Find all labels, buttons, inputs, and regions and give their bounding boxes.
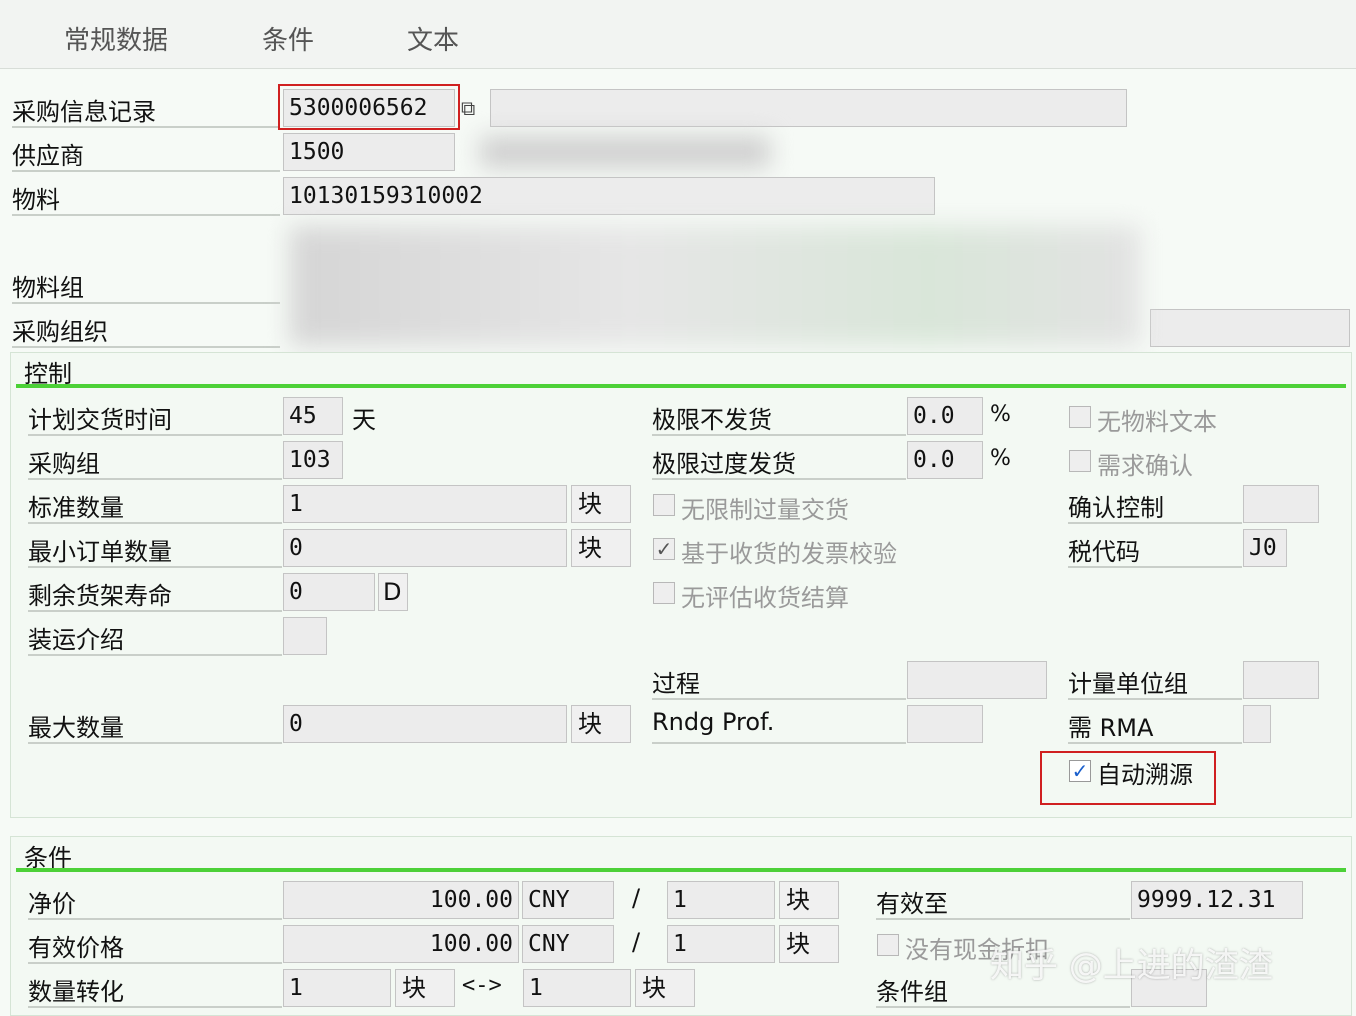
planned-delivery-unit: 天 — [352, 406, 376, 434]
net-price-unit: 块 — [779, 881, 839, 919]
uom-group-label: 计量单位组 — [1068, 664, 1242, 700]
gr-based-iv-label: 基于收货的发票校验 — [681, 540, 897, 568]
ack-required-checkbox[interactable] — [1069, 450, 1091, 472]
valid-to-field[interactable]: 9999.12.31 — [1131, 881, 1303, 919]
uom-group-field[interactable] — [1243, 661, 1319, 699]
overdelivery-unit: % — [990, 446, 1011, 471]
no-material-text-checkbox[interactable] — [1069, 406, 1091, 428]
min-order-qty-unit: 块 — [571, 529, 631, 567]
no-material-text-label: 无物料文本 — [1097, 408, 1217, 436]
net-price-currency[interactable]: CNY — [522, 881, 614, 919]
standard-qty-field[interactable]: 1 — [283, 485, 567, 523]
min-order-qty-field[interactable]: 0 — [283, 529, 567, 567]
max-qty-field[interactable]: 0 — [283, 705, 567, 743]
vendor-name-redacted — [480, 136, 770, 168]
qty-conv-right-unit: 块 — [635, 969, 695, 1007]
net-price-per-separator: / — [632, 884, 641, 912]
tab-general-data[interactable]: 常规数据 — [64, 20, 168, 57]
rma-required-label: 需 RMA — [1068, 708, 1242, 744]
net-price-label: 净价 — [28, 884, 282, 920]
rounding-profile-field[interactable] — [907, 705, 983, 743]
underdelivery-unit: % — [990, 402, 1011, 427]
rma-required-field[interactable] — [1243, 705, 1271, 743]
eff-price-per-separator: / — [632, 928, 641, 956]
no-eval-gr-checkbox[interactable] — [653, 582, 675, 604]
standard-qty-unit: 块 — [571, 485, 631, 523]
vendor-field[interactable]: 1500 — [283, 133, 455, 171]
underdelivery-label: 极限不发货 — [652, 400, 906, 436]
net-price-field[interactable]: 100.00 — [283, 881, 519, 919]
purch-org-label: 采购组织 — [12, 312, 280, 348]
qty-conv-separator: <-> — [462, 973, 502, 998]
no-eval-gr-label: 无评估收货结算 — [681, 584, 849, 612]
tab-conditions[interactable]: 条件 — [262, 20, 314, 57]
info-record-field[interactable]: 5300006562 — [283, 89, 455, 127]
tax-code-field[interactable]: J0 — [1243, 529, 1287, 567]
tab-bar — [0, 0, 1356, 69]
tab-texts[interactable]: 文本 — [407, 20, 459, 57]
control-section-divider — [16, 384, 1346, 388]
eff-price-unit: 块 — [779, 925, 839, 963]
eff-price-currency[interactable]: CNY — [522, 925, 614, 963]
confirmation-control-field[interactable] — [1243, 485, 1319, 523]
qty-conv-left-unit: 块 — [395, 969, 455, 1007]
qty-conv-label: 数量转化 — [28, 972, 282, 1008]
info-record-description-field — [490, 89, 1127, 127]
auto-sourcing-label: 自动溯源 — [1097, 761, 1193, 789]
rounding-profile-label: Rndg Prof. — [652, 708, 906, 744]
overdelivery-field[interactable]: 0.0 — [907, 441, 983, 479]
procedure-label: 过程 — [652, 664, 906, 700]
planned-delivery-field[interactable]: 45 — [283, 397, 343, 435]
auto-sourcing-checkbox[interactable]: ✓ — [1069, 760, 1091, 782]
unlimited-overdelivery-checkbox[interactable] — [653, 494, 675, 516]
min-order-qty-label: 最小订单数量 — [28, 532, 282, 568]
material-field[interactable]: 10130159310002 — [283, 177, 935, 215]
qty-conv-left-field[interactable]: 1 — [283, 969, 391, 1007]
ack-required-label: 需求确认 — [1097, 452, 1193, 480]
no-cash-discount-checkbox[interactable] — [877, 934, 899, 956]
redacted-area — [290, 226, 1140, 346]
shelf-life-field[interactable]: 0 — [283, 573, 375, 611]
vendor-label: 供应商 — [12, 136, 280, 172]
underdelivery-field[interactable]: 0.0 — [907, 397, 983, 435]
shipping-instr-label: 装运介绍 — [28, 620, 282, 656]
info-record-label: 采购信息记录 — [12, 92, 280, 128]
tax-code-label: 税代码 — [1068, 532, 1242, 568]
material-label: 物料 — [12, 180, 280, 216]
shipping-instr-field[interactable] — [283, 617, 327, 655]
confirmation-control-label: 确认控制 — [1068, 488, 1242, 524]
copy-icon[interactable]: ⧉ — [461, 96, 483, 120]
eff-price-label: 有效价格 — [28, 928, 282, 964]
watermark: 知乎 @上进的渣渣 — [990, 946, 1273, 986]
procedure-field[interactable] — [907, 661, 1047, 699]
purch-org-desc-field — [1150, 309, 1350, 347]
conditions-section-divider — [16, 868, 1346, 872]
max-qty-unit: 块 — [571, 705, 631, 743]
purch-group-label: 采购组 — [28, 444, 282, 480]
shelf-life-unit: D — [378, 573, 408, 611]
shelf-life-label: 剩余货架寿命 — [28, 576, 282, 612]
max-qty-label: 最大数量 — [28, 708, 282, 744]
gr-based-iv-checkbox[interactable]: ✓ — [653, 538, 675, 560]
eff-price-field[interactable]: 100.00 — [283, 925, 519, 963]
valid-to-label: 有效至 — [876, 884, 1130, 920]
net-price-per-field[interactable]: 1 — [667, 881, 775, 919]
eff-price-per-field[interactable]: 1 — [667, 925, 775, 963]
material-group-label: 物料组 — [12, 268, 280, 304]
purch-group-field[interactable]: 103 — [283, 441, 343, 479]
qty-conv-right-field[interactable]: 1 — [523, 969, 631, 1007]
overdelivery-label: 极限过度发货 — [652, 444, 906, 480]
planned-delivery-label: 计划交货时间 — [28, 400, 282, 436]
unlimited-overdelivery-label: 无限制过量交货 — [681, 496, 849, 524]
standard-qty-label: 标准数量 — [28, 488, 282, 524]
